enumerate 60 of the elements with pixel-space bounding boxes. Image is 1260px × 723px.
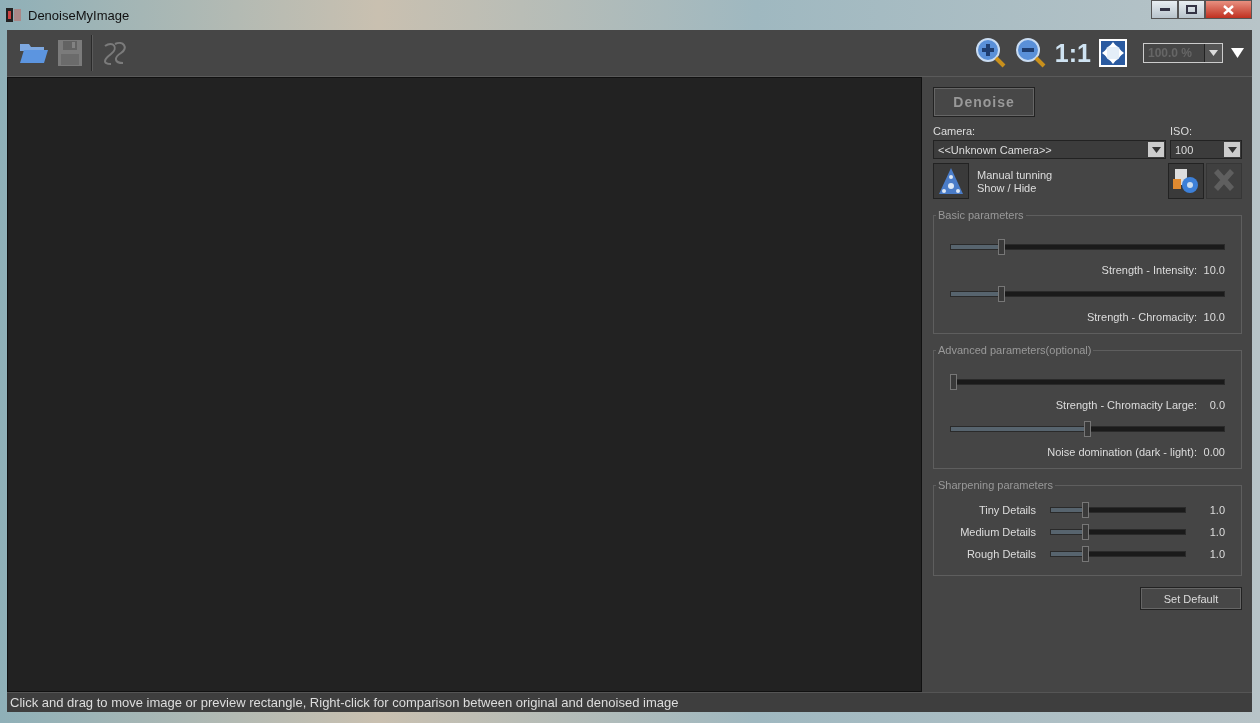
- slider-track[interactable]: [1050, 502, 1186, 518]
- slider-value: 1.0: [1209, 548, 1225, 560]
- slider-thumb[interactable]: [998, 239, 1006, 255]
- camera-dropdown[interactable]: <<Unknown Camera>>: [933, 140, 1166, 159]
- maximize-icon: [1186, 5, 1197, 14]
- open-folder-icon[interactable]: [19, 41, 49, 65]
- slider-track[interactable]: [950, 421, 1225, 437]
- slider-label: Tiny Details: [977, 504, 1036, 516]
- slider-label: Noise domination (dark - light):: [1047, 446, 1197, 458]
- group-title: Basic parameters: [937, 209, 1025, 221]
- slider-label: Rough Details: [965, 548, 1036, 560]
- close-icon: [1223, 4, 1234, 15]
- zoom-in-icon[interactable]: [974, 37, 1007, 69]
- slider-value: 10.0: [1203, 311, 1225, 323]
- group-title: Advanced parameters(optional): [937, 344, 1093, 356]
- slider-track[interactable]: [950, 239, 1225, 255]
- slider-thumb[interactable]: [998, 286, 1006, 302]
- slider-thumb[interactable]: [1082, 546, 1090, 562]
- manual-tuning-button[interactable]: [933, 163, 969, 199]
- slider-track[interactable]: [950, 286, 1225, 302]
- slider-value: 1.0: [1209, 504, 1225, 516]
- slider-track[interactable]: [1050, 524, 1186, 540]
- triangle-icon: [938, 167, 964, 195]
- show-hide-label: Show / Hide: [977, 181, 1038, 194]
- slider-label: Medium Details: [959, 526, 1036, 538]
- iso-label: ISO:: [1170, 125, 1193, 137]
- minimize-icon: [1159, 7, 1170, 12]
- caret-icon: [1227, 146, 1237, 153]
- slider-label: Strength - Intensity:: [1101, 264, 1197, 276]
- caret-icon: [1209, 50, 1218, 56]
- slider-thumb[interactable]: [1084, 421, 1091, 437]
- settings-button[interactable]: [1168, 163, 1204, 199]
- slider-thumb[interactable]: [1082, 524, 1090, 540]
- actual-size-button[interactable]: 1:1: [1054, 38, 1091, 68]
- manual-tuning-label: Manual tunning: [977, 168, 1053, 181]
- slider-thumb[interactable]: [1082, 502, 1090, 518]
- slider-label: Strength - Chromacity Large:: [1055, 399, 1197, 411]
- fit-to-window-icon[interactable]: [1099, 39, 1127, 67]
- settings-icon: [1172, 167, 1200, 195]
- minimize-button[interactable]: [1151, 0, 1178, 19]
- camera-label: Camera:: [933, 125, 976, 137]
- slider-label: Strength - Chromacity:: [1086, 311, 1197, 323]
- maximize-button[interactable]: [1178, 0, 1205, 19]
- slider-thumb[interactable]: [950, 374, 957, 390]
- slider-value: 1.0: [1209, 526, 1225, 538]
- app-icon: [6, 7, 22, 23]
- status-bar: Click and drag to move image or preview rectangle, Right-click for comparison between original and denoised image: [7, 692, 1252, 712]
- caret-icon: [1151, 146, 1161, 153]
- iso-dropdown[interactable]: 100: [1170, 140, 1242, 159]
- slider-value: 0.00: [1203, 446, 1225, 458]
- slider-value: 10.0: [1203, 264, 1225, 276]
- zoom-out-icon[interactable]: [1014, 37, 1047, 69]
- window-title: DenoiseMyImage: [28, 7, 130, 23]
- dropdown-arrow-icon[interactable]: [1231, 48, 1244, 58]
- group-title: Sharpening parameters: [937, 479, 1054, 491]
- slider-value: 0.0: [1208, 399, 1225, 411]
- slider-track[interactable]: [1050, 546, 1186, 562]
- set-default-button[interactable]: Set Default: [1140, 587, 1242, 610]
- slider-track[interactable]: [950, 374, 1225, 390]
- close-button[interactable]: [1205, 0, 1252, 19]
